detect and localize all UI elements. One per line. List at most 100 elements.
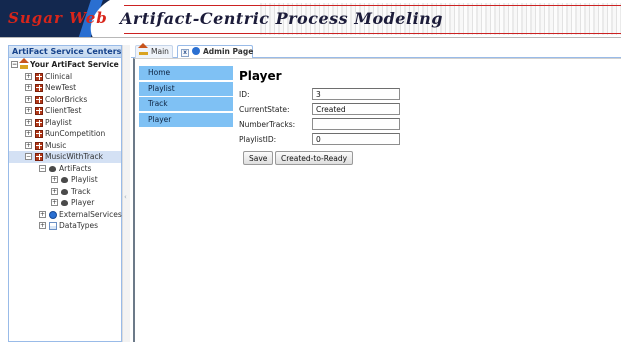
- tree-item-newtest[interactable]: + NewTest: [9, 82, 121, 94]
- created-to-ready-button[interactable]: Created-to-Ready: [275, 151, 354, 165]
- tab-label: Admin Page: [203, 47, 254, 56]
- expand-toggle[interactable]: +: [39, 210, 46, 218]
- tree-item-artifact-player[interactable]: + Player: [9, 197, 121, 209]
- close-icon[interactable]: x: [181, 49, 189, 57]
- logo-text: Sugar Web: [8, 9, 108, 27]
- tree-item-playlist[interactable]: + Playlist: [9, 117, 121, 129]
- playlistid-field[interactable]: [312, 133, 400, 145]
- menu-item-playlist[interactable]: Playlist: [139, 81, 233, 96]
- tree-item-label: Playlist: [71, 175, 98, 184]
- expand-toggle[interactable]: +: [25, 141, 32, 149]
- expand-toggle[interactable]: +: [25, 130, 32, 137]
- grid-icon: [35, 153, 43, 161]
- tab-admin-page[interactable]: x Admin Page: [177, 45, 253, 58]
- collapse-toggle[interactable]: −: [39, 164, 46, 172]
- tree-item-musicwithtrack[interactable]: − MusicWithTrack: [9, 151, 121, 163]
- home-icon: [138, 43, 148, 55]
- tree-item-clinical[interactable]: + Clinical: [9, 71, 121, 83]
- field-label: PlaylistID:: [239, 135, 277, 144]
- tree-item-label: Music: [45, 140, 67, 150]
- expand-toggle[interactable]: +: [51, 199, 58, 206]
- grid-icon: [35, 130, 43, 138]
- expand-toggle[interactable]: +: [25, 95, 32, 103]
- expand-toggle[interactable]: +: [25, 84, 32, 91]
- artifact-icon: [61, 177, 68, 183]
- field-label: NumberTracks:: [239, 120, 296, 129]
- expand-toggle[interactable]: +: [25, 72, 32, 80]
- tree-root-label: Your ArtiFact Service: [30, 60, 119, 69]
- expand-toggle[interactable]: +: [39, 222, 46, 229]
- panel-header: ArtiFact Service Centers: [9, 46, 121, 58]
- grid-icon: [35, 118, 43, 127]
- expand-toggle[interactable]: +: [51, 187, 58, 195]
- tree-item-label: DataTypes: [59, 221, 99, 230]
- tree-item-label: ClientTest: [45, 106, 82, 115]
- app-window: Sugar Web Artifact-Centric Process Model…: [0, 0, 621, 342]
- tree-item-artifact-playlist[interactable]: + Playlist: [9, 174, 121, 186]
- grid-icon: [35, 141, 43, 150]
- grid-icon: [35, 95, 43, 104]
- service-tree-panel: ArtiFact Service Centers − Your ArtiFact…: [8, 45, 122, 342]
- expand-toggle[interactable]: +: [25, 118, 32, 126]
- app-title: Artifact-Centric Process Modeling: [120, 9, 443, 28]
- save-button[interactable]: Save: [243, 151, 274, 165]
- tree-item-label: Clinical: [45, 71, 73, 81]
- tree-item-label: ColorBricks: [45, 94, 88, 104]
- grid-icon: [35, 107, 43, 115]
- tree-item-clienttest[interactable]: + ClientTest: [9, 105, 121, 117]
- panel-splitter[interactable]: ‹: [122, 45, 130, 342]
- logo: Sugar Web: [0, 0, 124, 37]
- tree-item-artifact-track[interactable]: + Track: [9, 186, 121, 198]
- artifact-menu: Home Playlist Track Player: [139, 66, 233, 128]
- artifact-icon: [61, 188, 68, 195]
- tree-item-label: RunCompetition: [45, 129, 106, 138]
- tree-item-datatypes[interactable]: + DataTypes: [9, 220, 121, 232]
- collapse-arrow-icon[interactable]: ‹: [124, 193, 127, 201]
- tab-label: Main: [151, 47, 169, 56]
- tree-item-label: Track: [71, 186, 91, 196]
- form-row-id: ID:: [239, 88, 405, 101]
- form-row-currentstate: CurrentState:: [239, 103, 405, 116]
- expand-toggle[interactable]: +: [25, 107, 32, 114]
- tree-item-label: MusicWithTrack: [45, 152, 103, 161]
- tree-item-label: Player: [71, 198, 95, 207]
- form-title: Player: [239, 69, 282, 83]
- tree-item-label: ArtiFacts: [59, 163, 92, 173]
- currentstate-field[interactable]: [312, 103, 400, 115]
- menu-item-track[interactable]: Track: [139, 97, 233, 111]
- service-tree: − Your ArtiFact Service + Clinical + New…: [9, 58, 122, 232]
- home-icon: [19, 58, 29, 69]
- tab-bar: Main x Admin Page: [131, 43, 621, 58]
- field-label: CurrentState:: [239, 105, 290, 114]
- collapse-toggle[interactable]: −: [11, 61, 18, 68]
- grid-icon: [35, 72, 43, 81]
- tree-item-label: ExternalServices: [59, 209, 122, 219]
- field-label: ID:: [239, 90, 250, 99]
- admin-icon: [192, 47, 200, 55]
- collapse-toggle[interactable]: −: [25, 153, 32, 160]
- tab-main[interactable]: Main: [135, 43, 173, 58]
- artifact-icon: [61, 200, 68, 206]
- numbertracks-field[interactable]: [312, 118, 400, 130]
- banner-top-rule: [118, 5, 621, 6]
- form-row-playlistid: PlaylistID:: [239, 133, 405, 146]
- header-banner: Sugar Web Artifact-Centric Process Model…: [0, 0, 621, 38]
- tree-item-colorbricks[interactable]: + ColorBricks: [9, 94, 121, 106]
- tree-item-runcompetition[interactable]: + RunCompetition: [9, 128, 121, 140]
- tree-item-music[interactable]: + Music: [9, 140, 121, 152]
- gear-icon: [49, 210, 57, 219]
- menu-item-home[interactable]: Home: [139, 66, 233, 80]
- tree-item-label: Playlist: [45, 117, 72, 127]
- tree-root[interactable]: − Your ArtiFact Service: [9, 58, 121, 71]
- form-row-numbertracks: NumberTracks:: [239, 118, 405, 131]
- tree-item-externalservices[interactable]: + ExternalServices: [9, 209, 122, 221]
- banner-bottom-rule: [118, 33, 621, 34]
- id-field[interactable]: [312, 88, 400, 100]
- artifact-icon: [49, 165, 56, 172]
- tree-item-artifacts[interactable]: − ArtiFacts: [9, 163, 121, 175]
- table-icon: [49, 222, 57, 230]
- menu-item-player[interactable]: Player: [139, 112, 233, 127]
- grid-icon: [35, 84, 43, 92]
- tree-item-label: NewTest: [45, 83, 77, 92]
- expand-toggle[interactable]: +: [51, 176, 58, 183]
